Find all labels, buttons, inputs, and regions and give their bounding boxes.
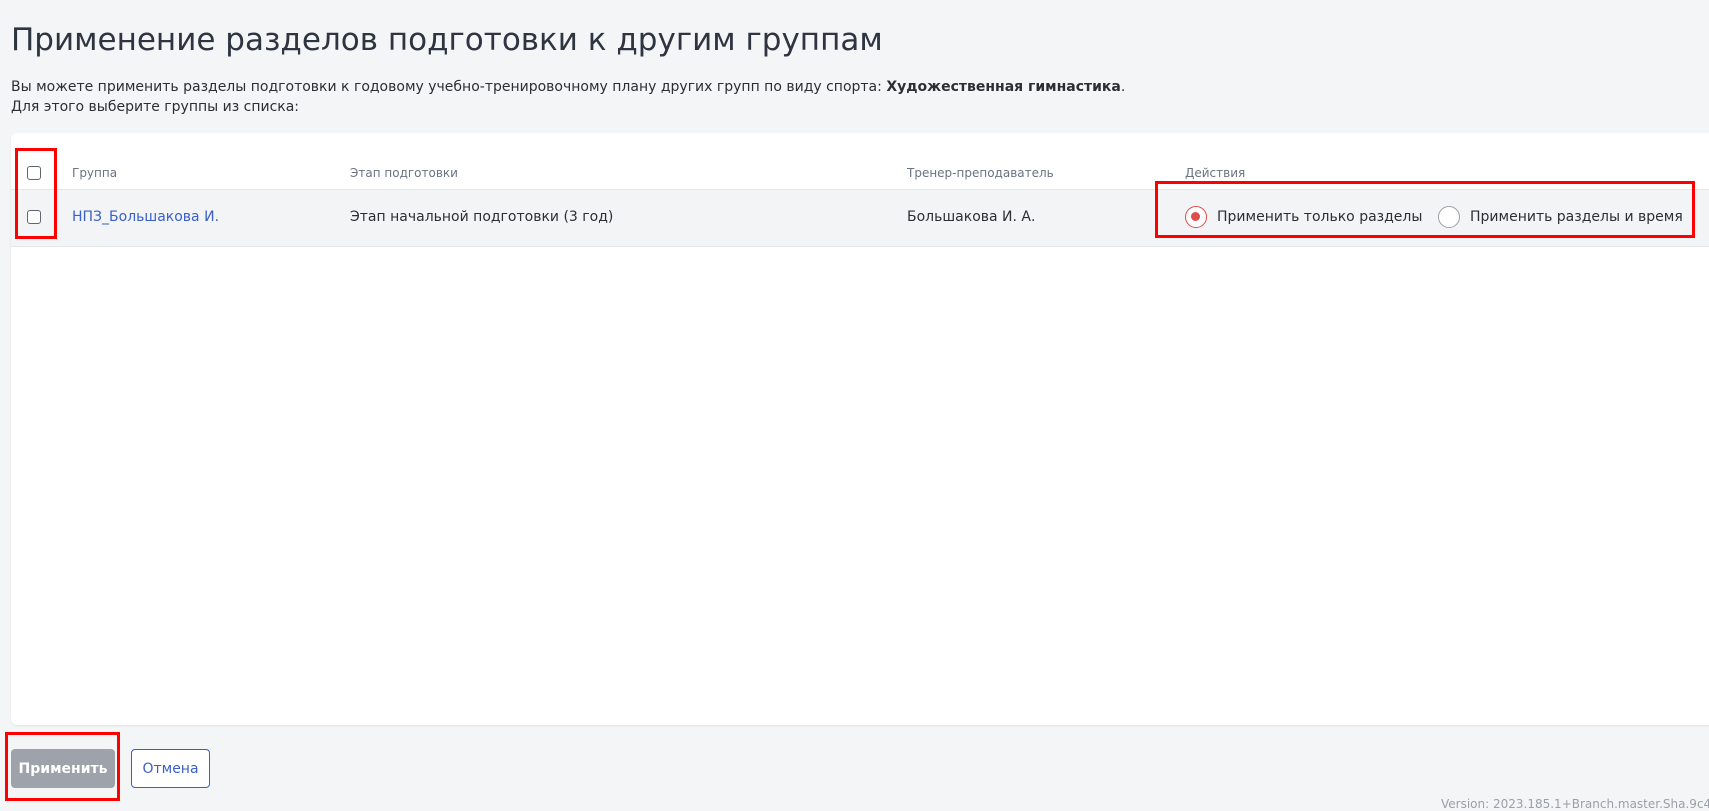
radio-sections-and-time[interactable] (1438, 206, 1460, 228)
intro-prefix: Вы можете применить разделы подготовки к… (11, 79, 887, 95)
column-header-coach: Тренер-преподаватель (907, 166, 1054, 180)
intro-line-1: Вы можете применить разделы подготовки к… (11, 77, 1125, 97)
sport-name: Художественная гимнастика (886, 79, 1121, 95)
intro-line-2: Для этого выберите группы из списка: (11, 99, 300, 115)
cancel-button[interactable]: Отмена (131, 749, 210, 788)
radio-sections-only-label[interactable]: Применить только разделы (1217, 209, 1422, 225)
coach-cell: Большакова И. А. (907, 209, 1036, 225)
intro-text: Вы можете применить разделы подготовки к… (11, 77, 1125, 117)
column-header-group: Группа (72, 166, 118, 180)
group-link[interactable]: НПЗ_Большакова И. (72, 209, 219, 225)
select-all-checkbox[interactable] (27, 166, 41, 180)
intro-suffix: . (1120, 79, 1126, 95)
row-select-checkbox[interactable] (27, 210, 41, 224)
table-header: Группа Этап подготовки Тренер-преподават… (11, 157, 1709, 190)
radio-sections-only[interactable] (1185, 206, 1207, 228)
stage-cell: Этап начальной подготовки (3 год) (350, 209, 614, 225)
column-header-actions: Действия (1185, 166, 1246, 180)
radio-sections-and-time-label[interactable]: Применить разделы и время (1470, 209, 1683, 225)
apply-button[interactable]: Применить (11, 749, 115, 788)
page-title: Применение разделов подготовки к другим … (11, 22, 883, 58)
table-row: НПЗ_Большакова И. Этап начальной подгото… (11, 190, 1709, 247)
column-header-stage: Этап подготовки (350, 166, 458, 180)
groups-table-panel: Группа Этап подготовки Тренер-преподават… (11, 133, 1709, 725)
